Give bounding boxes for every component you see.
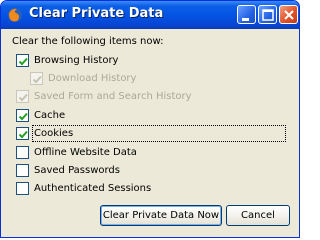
checkbox-label: Cookies bbox=[32, 125, 286, 142]
checkbox-box[interactable] bbox=[16, 54, 29, 67]
checkbox-box[interactable] bbox=[16, 146, 29, 159]
instruction-label: Clear the following items now: bbox=[12, 36, 164, 47]
checkbox-label: Browsing History bbox=[34, 55, 119, 66]
checkbox-label: Download History bbox=[48, 73, 137, 84]
title-bar[interactable]: Clear Private Data bbox=[1, 1, 299, 29]
checkbox-box[interactable] bbox=[16, 90, 29, 103]
checkbox-label: Saved Form and Search History bbox=[34, 91, 192, 102]
minimize-button[interactable] bbox=[237, 5, 256, 24]
checkbox-label: Offline Website Data bbox=[34, 147, 137, 158]
checkbox-box[interactable] bbox=[30, 72, 43, 85]
checkbox-label: Saved Passwords bbox=[34, 165, 120, 176]
checkbox-box[interactable] bbox=[16, 109, 29, 122]
window-title: Clear Private Data bbox=[29, 6, 164, 21]
dialog-window: Clear Private Data Clear the following i… bbox=[0, 0, 300, 238]
firefox-icon bbox=[7, 7, 23, 23]
checkbox-cookies[interactable]: Cookies bbox=[16, 125, 286, 142]
cancel-button[interactable]: Cancel bbox=[226, 205, 290, 226]
checkbox-box[interactable] bbox=[16, 164, 29, 177]
checkbox-box[interactable] bbox=[16, 182, 29, 195]
maximize-button[interactable] bbox=[258, 5, 277, 24]
checkbox-label: Authenticated Sessions bbox=[34, 183, 152, 194]
checkbox-box[interactable] bbox=[16, 127, 29, 140]
clear-private-data-now-button[interactable]: Clear Private Data Now bbox=[100, 205, 222, 226]
close-button[interactable] bbox=[279, 5, 298, 24]
checkbox-label: Cache bbox=[34, 110, 66, 121]
dialog-body: Clear the following items now: Browsing … bbox=[5, 29, 295, 233]
